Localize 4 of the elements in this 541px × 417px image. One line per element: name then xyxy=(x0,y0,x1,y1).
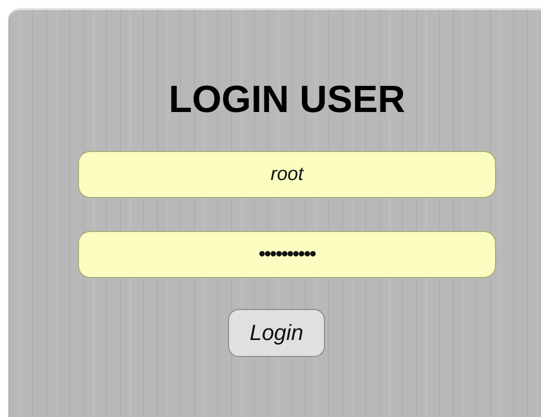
login-button[interactable]: Login xyxy=(228,309,325,357)
password-field[interactable]: •••••••••• xyxy=(78,231,496,278)
login-title: LOGIN USER xyxy=(168,78,406,122)
username-field[interactable]: root xyxy=(78,151,496,198)
